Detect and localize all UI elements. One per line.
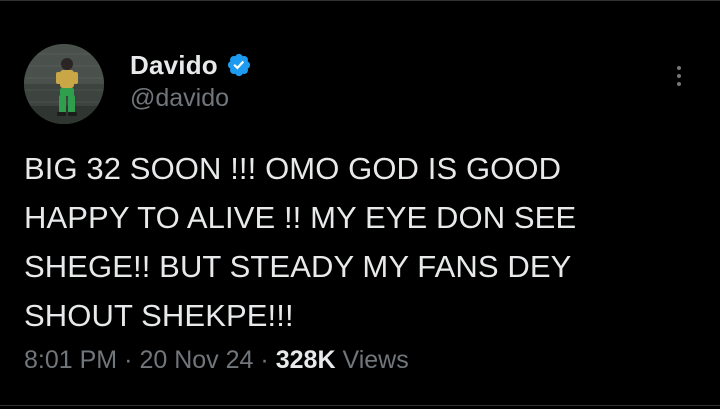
author-handle[interactable]: @davido (130, 84, 229, 113)
tweet-time[interactable]: 8:01 PM (24, 346, 117, 375)
bottom-divider (0, 405, 720, 406)
more-options-button[interactable] (664, 58, 694, 94)
views-count: 328K (275, 345, 336, 374)
avatar[interactable] (24, 44, 104, 124)
tweet-date[interactable]: 20 Nov 24 (139, 346, 253, 375)
display-name[interactable]: Davido (130, 50, 218, 81)
more-options-icon (677, 66, 681, 70)
verified-badge-icon (226, 52, 252, 78)
meta-separator: · (124, 345, 133, 374)
tweet-text: BIG 32 SOON !!! OMO GOD IS GOOD HAPPY TO… (24, 151, 577, 333)
author-row: Davido (130, 47, 252, 83)
more-options-icon-dot (677, 74, 681, 78)
views-label: Views (342, 345, 409, 374)
meta-separator: · (260, 345, 269, 374)
top-divider (0, 0, 720, 1)
more-options-icon-dot (677, 82, 681, 86)
avatar-image (24, 44, 104, 124)
tweet-meta: 8:01 PM · 20 Nov 24 · 328K Views (24, 340, 409, 380)
